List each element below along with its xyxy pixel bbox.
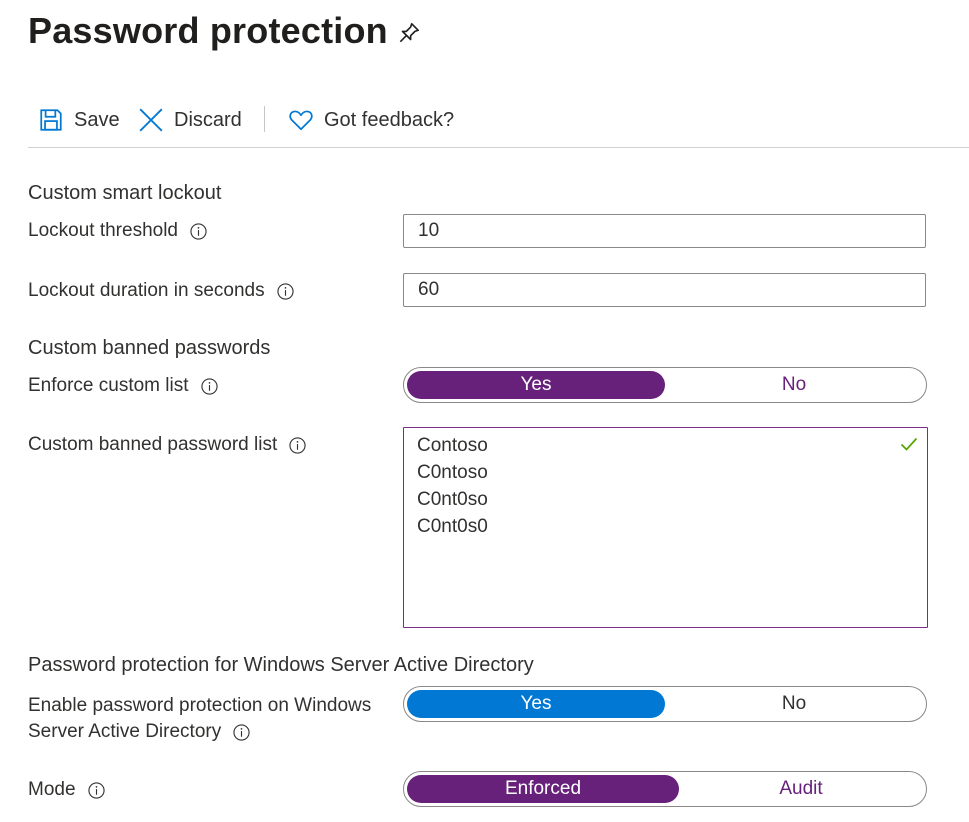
- pin-icon[interactable]: [396, 20, 422, 46]
- lockout-threshold-row-label: Lockout threshold: [28, 220, 207, 242]
- enforce-custom-list-row-label: Enforce custom list: [28, 375, 218, 397]
- enforce-yes-option[interactable]: Yes: [407, 371, 665, 399]
- save-button[interactable]: Save: [38, 104, 120, 136]
- discard-button[interactable]: Discard: [138, 104, 242, 136]
- info-icon[interactable]: [276, 282, 294, 300]
- enable-protection-toggle[interactable]: Yes No: [403, 686, 927, 722]
- page-title: Password protection: [28, 10, 388, 51]
- feedback-button[interactable]: Got feedback?: [288, 104, 454, 136]
- info-icon[interactable]: [87, 781, 105, 799]
- enable-protection-label-line1: Enable password protection on Windows: [28, 695, 372, 716]
- enable-protection-label-line2: Server Active Directory: [28, 721, 222, 742]
- banned-password-item: C0nt0s0: [417, 516, 488, 537]
- save-icon: [40, 109, 62, 131]
- banned-list-label: Custom banned password list: [28, 434, 278, 455]
- mode-label: Mode: [28, 779, 76, 800]
- enforce-no-option[interactable]: No: [665, 371, 923, 399]
- info-icon[interactable]: [289, 436, 306, 454]
- mode-toggle[interactable]: Enforced Audit: [403, 771, 927, 807]
- discard-icon: [139, 108, 163, 132]
- enable-no-option[interactable]: No: [665, 690, 923, 718]
- banned-password-textarea[interactable]: Contoso C0ntoso C0nt0so C0nt0s0: [403, 427, 928, 628]
- info-icon[interactable]: [233, 723, 250, 741]
- enforce-custom-list-toggle[interactable]: Yes No: [403, 367, 927, 403]
- windows-ad-heading: Password protection for Windows Server A…: [28, 654, 534, 676]
- banned-password-item: C0nt0so: [417, 489, 488, 510]
- lockout-duration-input[interactable]: 60: [403, 273, 926, 307]
- info-icon[interactable]: [200, 377, 218, 395]
- mode-audit-option[interactable]: Audit: [679, 775, 923, 803]
- lockout-threshold-label: Lockout threshold: [28, 220, 178, 241]
- mode-row-label: Mode: [28, 779, 105, 801]
- feedback-label: Got feedback?: [324, 108, 455, 131]
- banned-passwords-heading: Custom banned passwords: [28, 337, 271, 359]
- banned-list-row-label: Custom banned password list: [28, 434, 306, 456]
- toolbar-divider: [264, 106, 265, 132]
- toolbar-underline: [28, 147, 969, 148]
- enforce-custom-list-label: Enforce custom list: [28, 375, 189, 396]
- mode-enforced-option[interactable]: Enforced: [407, 775, 679, 803]
- smart-lockout-heading: Custom smart lockout: [28, 182, 222, 204]
- checkmark-icon: [899, 434, 919, 454]
- banned-password-item: Contoso: [417, 435, 488, 456]
- lockout-duration-label: Lockout duration in seconds: [28, 280, 265, 301]
- lockout-duration-row-label: Lockout duration in seconds: [28, 280, 294, 302]
- discard-label: Discard: [174, 108, 242, 131]
- banned-password-item: C0ntoso: [417, 462, 488, 483]
- enable-yes-option[interactable]: Yes: [407, 690, 665, 718]
- lockout-threshold-input[interactable]: 10: [403, 214, 926, 248]
- info-icon[interactable]: [190, 222, 207, 240]
- heart-icon: [289, 110, 313, 131]
- save-label: Save: [74, 108, 120, 131]
- enable-protection-row-label: Enable password protection on Windows Se…: [28, 693, 371, 745]
